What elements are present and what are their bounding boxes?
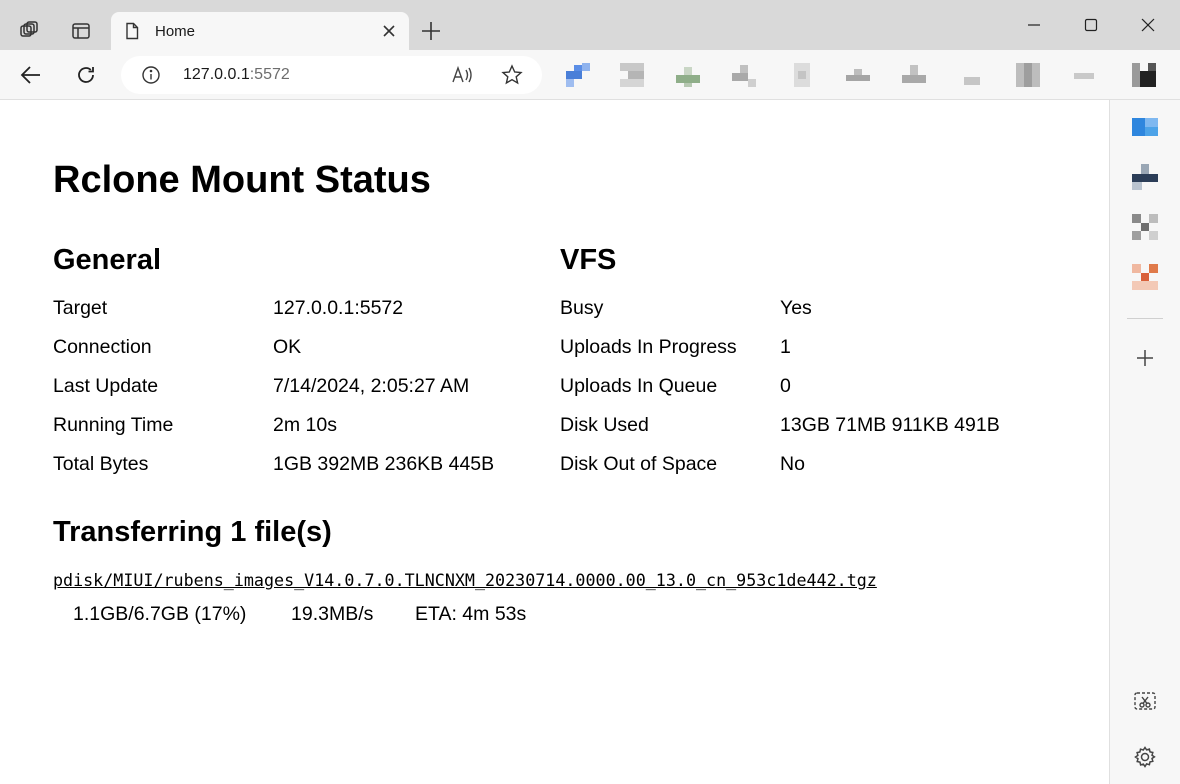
transfer-speed: 19.3MB/s [291, 603, 374, 625]
close-window-icon[interactable] [1135, 12, 1161, 38]
minimize-icon[interactable] [1021, 12, 1047, 38]
extension-icon[interactable] [902, 63, 926, 87]
uploads-in-progress-label: Uploads In Progress [560, 336, 737, 358]
disk-used-value: 13GB 71MB 911KB 491B [780, 414, 1000, 436]
vertical-tabs-icon[interactable] [64, 14, 98, 48]
refresh-icon[interactable] [73, 62, 99, 88]
extension-icon[interactable] [732, 63, 756, 87]
total-bytes-label: Total Bytes [53, 453, 149, 475]
page-icon [126, 22, 139, 40]
sidebar-app-icon[interactable] [1132, 214, 1158, 240]
edge-sidebar [1109, 100, 1180, 784]
extension-icon[interactable] [960, 63, 984, 87]
tab-strip: Home [0, 0, 1180, 50]
last-update-value: 7/14/2024, 2:05:27 AM [273, 375, 470, 397]
running-time-label: Running Time [53, 414, 174, 436]
total-bytes-value: 1GB 392MB 236KB 445B [273, 453, 495, 475]
disk-used-label: Disk Used [560, 414, 649, 436]
vfs-heading: VFS [560, 244, 617, 276]
uploads-in-queue-value: 0 [780, 375, 791, 397]
maximize-icon[interactable] [1078, 12, 1104, 38]
transfer-progress: 1.1GB/6.7GB (17%) [73, 603, 247, 625]
page-content: Rclone Mount Status General Target 127.0… [0, 101, 1109, 784]
back-arrow-icon[interactable] [18, 62, 44, 88]
uploads-in-queue-label: Uploads In Queue [560, 375, 718, 397]
plus-icon[interactable] [420, 20, 442, 42]
workspaces-icon[interactable] [12, 14, 46, 48]
target-label: Target [53, 297, 108, 319]
uploads-in-progress-value: 1 [780, 336, 791, 358]
connection-label: Connection [53, 336, 152, 358]
tab-home[interactable]: Home [111, 12, 409, 50]
connection-value: OK [273, 336, 302, 358]
sidebar-divider [1127, 318, 1163, 319]
disk-out-of-space-value: No [780, 453, 805, 475]
extension-icon[interactable] [790, 63, 814, 87]
running-time-value: 2m 10s [273, 414, 337, 436]
last-update-label: Last Update [53, 375, 159, 397]
address-bar[interactable]: 127.0.0.1:5572 [121, 56, 542, 94]
transferring-heading: Transferring 1 file(s) [53, 516, 332, 548]
url-port: :5572 [249, 66, 290, 83]
extension-icon[interactable] [1072, 63, 1096, 87]
extension-icon[interactable] [676, 63, 700, 87]
url-host: 127.0.0.1 [183, 66, 250, 83]
busy-label: Busy [560, 297, 604, 319]
plus-icon[interactable] [1132, 345, 1158, 371]
sidebar-app-icon[interactable] [1132, 114, 1158, 140]
close-icon[interactable] [381, 23, 397, 39]
sidebar-app-icon[interactable] [1132, 264, 1158, 290]
gear-icon[interactable] [1132, 744, 1158, 770]
info-icon[interactable] [141, 65, 161, 85]
extension-icon[interactable] [566, 63, 590, 87]
target-value: 127.0.0.1:5572 [273, 297, 404, 319]
extension-icon[interactable] [846, 63, 870, 87]
extension-icon[interactable] [1132, 63, 1156, 87]
page-title: Rclone Mount Status [53, 159, 431, 201]
tab-title: Home [155, 23, 196, 40]
screenshot-icon[interactable] [1132, 688, 1158, 714]
url-text[interactable]: 127.0.0.1:5572 [183, 66, 290, 84]
star-icon[interactable] [501, 64, 523, 86]
sidebar-app-icon[interactable] [1132, 164, 1158, 190]
transfer-eta: ETA: 4m 53s [415, 603, 527, 625]
transfer-file-link[interactable]: pdisk/MIUI/rubens_images_V14.0.7.0.TLNCN… [53, 569, 877, 591]
browser-toolbar: 127.0.0.1:5572 [0, 50, 1180, 100]
extension-icon[interactable] [620, 63, 644, 87]
extension-icon[interactable] [1016, 63, 1040, 87]
general-heading: General [53, 244, 161, 276]
busy-value: Yes [780, 297, 812, 319]
read-aloud-icon[interactable] [451, 65, 473, 85]
disk-out-of-space-label: Disk Out of Space [560, 453, 718, 475]
